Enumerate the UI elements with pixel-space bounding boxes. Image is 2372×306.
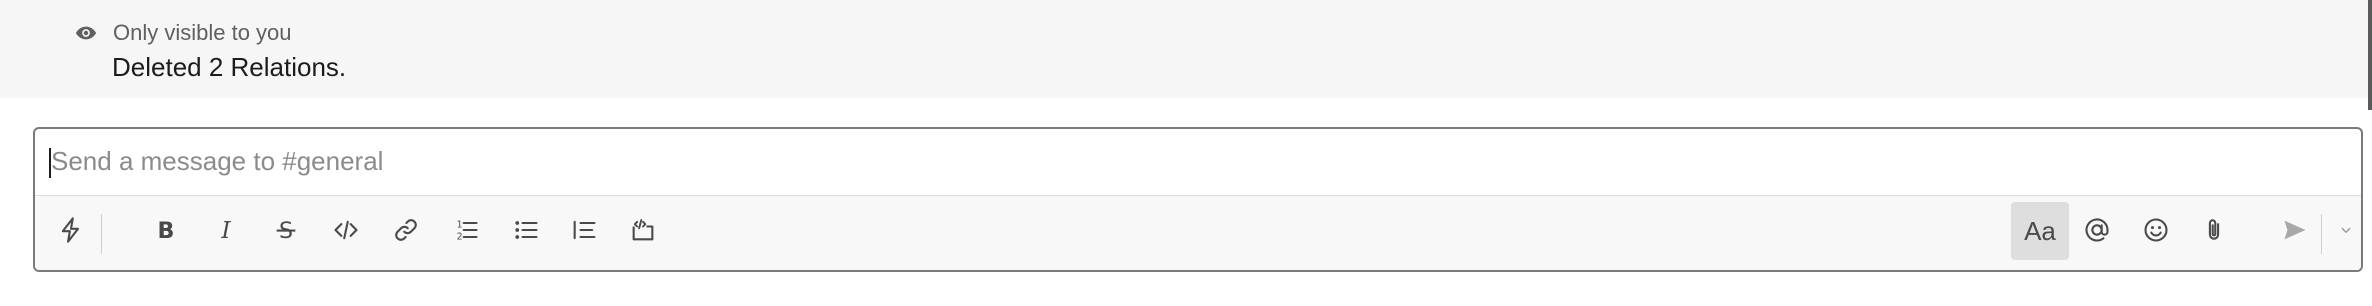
- code-block-icon: [629, 216, 657, 249]
- code-block-button[interactable]: [627, 216, 659, 248]
- formatting-toolbar: B I S 12 Aa: [35, 196, 2361, 270]
- shortcuts-button[interactable]: [55, 216, 87, 248]
- strikethrough-button[interactable]: S: [270, 216, 302, 248]
- attachment-button[interactable]: [2198, 216, 2230, 248]
- text-format-toggle[interactable]: Aa: [2011, 202, 2069, 260]
- bulleted-list-button[interactable]: [510, 216, 542, 248]
- message-input[interactable]: Send a message to #general: [35, 129, 2361, 196]
- blockquote-icon: [570, 216, 598, 249]
- scrollbar[interactable]: [2368, 0, 2372, 110]
- send-divider: [2321, 214, 2322, 254]
- ordered-list-button[interactable]: 12: [450, 216, 482, 248]
- code-icon: [332, 216, 360, 249]
- link-icon: [392, 216, 420, 249]
- bold-icon: B: [152, 216, 180, 249]
- send-button[interactable]: [2279, 216, 2311, 248]
- link-button[interactable]: [390, 216, 422, 248]
- mention-icon: [2083, 216, 2111, 249]
- visibility-label: Only visible to you: [113, 20, 292, 45]
- lightning-icon: [57, 216, 85, 249]
- svg-text:I: I: [220, 216, 231, 244]
- chevron-down-icon: [2337, 221, 2355, 244]
- message-text: Deleted 2 Relations.: [112, 52, 347, 82]
- code-button[interactable]: [330, 216, 362, 248]
- bold-button[interactable]: B: [150, 216, 182, 248]
- visibility-row: Only visible to you: [75, 20, 292, 46]
- strikethrough-icon: S: [272, 216, 300, 249]
- svg-text:1: 1: [457, 219, 463, 230]
- message-composer: Send a message to #general B I S 1 2 Aa: [33, 127, 2363, 272]
- italic-icon: I: [212, 216, 240, 249]
- emoji-icon: [2142, 216, 2170, 249]
- text-format-label: Aa: [2024, 215, 2056, 246]
- mention-button[interactable]: [2081, 216, 2113, 248]
- ephemeral-message: Only visible to you Deleted 2 Relations.: [0, 0, 2372, 98]
- emoji-button[interactable]: [2140, 216, 2172, 248]
- blockquote-button[interactable]: [568, 216, 600, 248]
- svg-text:B: B: [158, 218, 175, 244]
- send-icon: [2281, 216, 2309, 249]
- eye-icon: [75, 24, 97, 42]
- italic-button[interactable]: I: [210, 216, 242, 248]
- svg-text:2: 2: [457, 231, 463, 242]
- ordered-list-icon: 12: [452, 216, 480, 249]
- toolbar-divider: [101, 214, 102, 254]
- attachment-icon: [2200, 216, 2228, 249]
- message-placeholder: Send a message to #general: [51, 146, 384, 176]
- bulleted-list-icon: [512, 216, 540, 249]
- send-options-button[interactable]: [2330, 216, 2361, 248]
